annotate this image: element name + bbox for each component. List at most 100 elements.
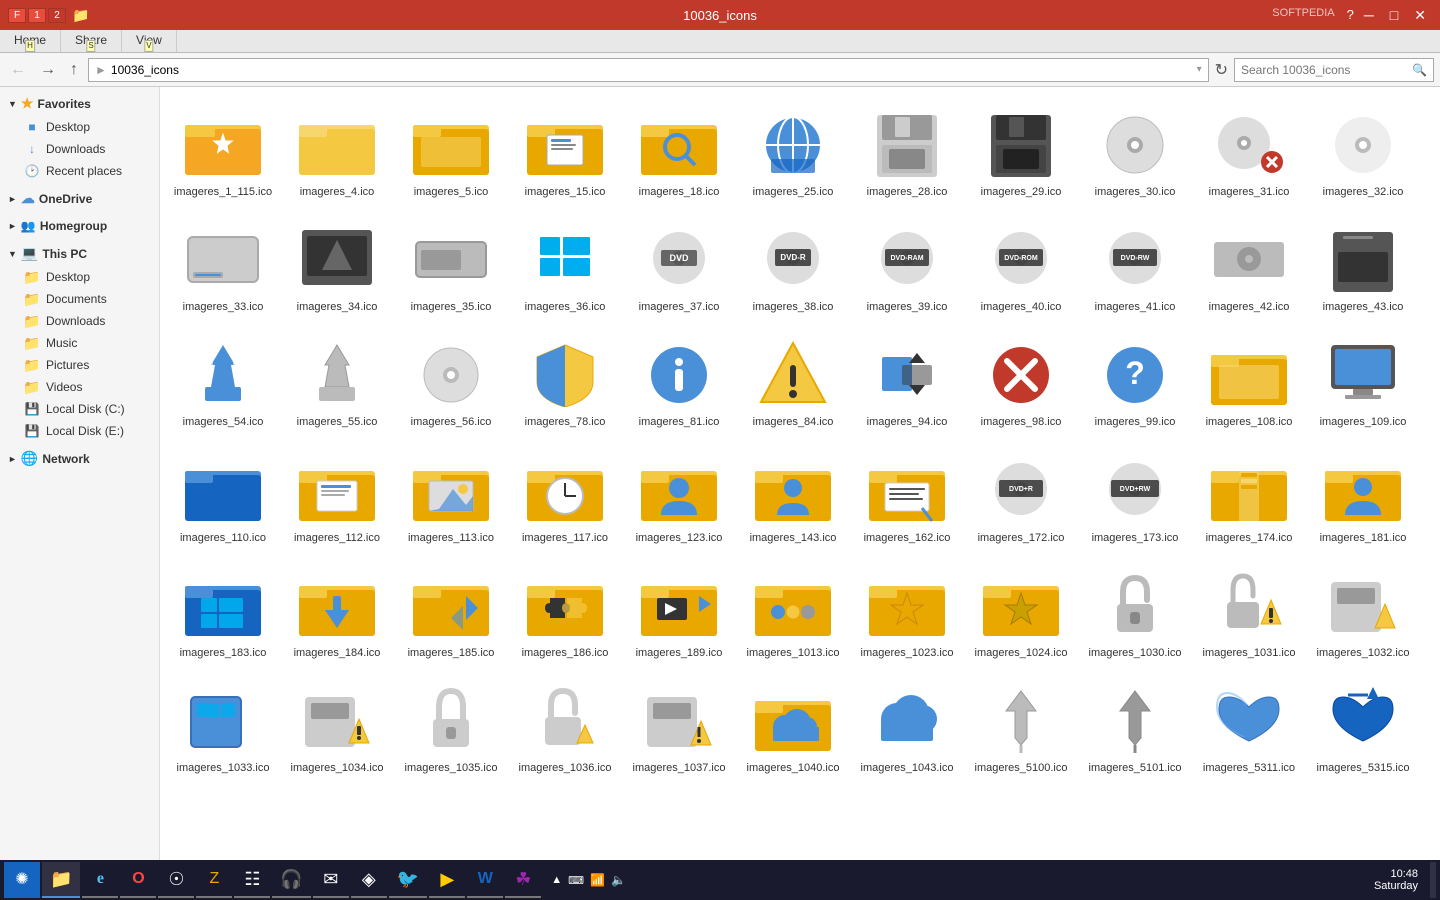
file-item[interactable]: imageres_34.ico (282, 210, 392, 321)
sidebar-onedrive-header[interactable]: ► ☁ OneDrive (0, 186, 159, 211)
file-item[interactable]: imageres_113.ico (396, 441, 506, 552)
file-item[interactable]: DVDimageres_37.ico (624, 210, 734, 321)
sidebar-homegroup-header[interactable]: ► 👥 Homegroup (0, 215, 159, 237)
file-item[interactable]: imageres_189.ico (624, 556, 734, 667)
file-item[interactable]: DVD+Rimageres_172.ico (966, 441, 1076, 552)
tab-1[interactable]: 1 (28, 8, 46, 23)
file-item[interactable]: imageres_109.ico (1308, 325, 1418, 436)
file-item[interactable]: DVD-RWimageres_41.ico (1080, 210, 1190, 321)
file-item[interactable]: imageres_5101.ico (1080, 671, 1190, 782)
file-item[interactable]: imageres_1036.ico (510, 671, 620, 782)
file-item[interactable]: imageres_18.ico (624, 95, 734, 206)
file-item[interactable]: imageres_81.ico (624, 325, 734, 436)
file-item[interactable]: imageres_5311.ico (1194, 671, 1304, 782)
file-item[interactable]: imageres_183.ico (168, 556, 278, 667)
maximize-button[interactable]: □ (1384, 7, 1404, 24)
file-item[interactable]: imageres_123.ico (624, 441, 734, 552)
file-item[interactable]: imageres_1035.ico (396, 671, 506, 782)
file-item[interactable]: imageres_1_115.ico (168, 95, 278, 206)
show-desktop-button[interactable] (1430, 862, 1436, 898)
forward-button[interactable]: → (36, 59, 60, 81)
file-item[interactable]: imageres_186.ico (510, 556, 620, 667)
address-path[interactable]: ► 10036_icons ▾ (88, 58, 1209, 82)
help-icon[interactable]: ? (1347, 7, 1354, 24)
file-item[interactable]: DVD-RAMimageres_39.ico (852, 210, 962, 321)
file-item[interactable]: imageres_1030.ico (1080, 556, 1190, 667)
file-item[interactable]: imageres_56.ico (396, 325, 506, 436)
ribbon-tab-home[interactable]: Home H (0, 30, 61, 52)
file-item[interactable]: imageres_84.ico (738, 325, 848, 436)
tab-2[interactable]: 2 (48, 8, 66, 23)
search-box[interactable]: 🔍 (1234, 58, 1434, 82)
back-button[interactable]: ← (6, 59, 30, 81)
file-item[interactable]: DVD-ROMimageres_40.ico (966, 210, 1076, 321)
file-item[interactable]: imageres_28.ico (852, 95, 962, 206)
file-item[interactable]: imageres_54.ico (168, 325, 278, 436)
taskbar-word[interactable]: W (467, 862, 503, 898)
sidebar-item-downloads-fav[interactable]: ↓ Downloads (0, 138, 159, 160)
taskbar-chrome[interactable]: ☉ (158, 862, 194, 898)
file-item[interactable]: imageres_55.ico (282, 325, 392, 436)
file-item[interactable]: imageres_98.ico (966, 325, 1076, 436)
taskbar-app8[interactable]: ◈ (351, 862, 387, 898)
file-item[interactable]: imageres_42.ico (1194, 210, 1304, 321)
file-item[interactable]: imageres_32.ico (1308, 95, 1418, 206)
file-item[interactable]: imageres_31.ico (1194, 95, 1304, 206)
start-button[interactable]: ✺ (4, 862, 40, 898)
tab-f[interactable]: F (8, 8, 26, 23)
file-item[interactable]: imageres_185.ico (396, 556, 506, 667)
sidebar-item-desktop-fav[interactable]: ■ Desktop (0, 116, 159, 138)
close-button[interactable]: ✕ (1408, 7, 1432, 24)
sidebar-item-pictures[interactable]: 📁 Pictures (0, 354, 159, 376)
systray-arrow[interactable]: ▲ (551, 874, 562, 886)
search-input[interactable] (1241, 63, 1408, 77)
taskbar-ie[interactable]: e (82, 862, 118, 898)
taskbar-file-explorer[interactable]: 📁 (42, 862, 80, 898)
taskbar-clock[interactable]: 10:48 Saturday (1374, 868, 1426, 892)
file-item[interactable]: imageres_117.ico (510, 441, 620, 552)
file-item[interactable]: imageres_1043.ico (852, 671, 962, 782)
taskbar-filezilla[interactable]: Z (196, 862, 232, 898)
file-item[interactable]: imageres_35.ico (396, 210, 506, 321)
file-item[interactable]: imageres_1013.ico (738, 556, 848, 667)
file-item[interactable]: DVD+RWimageres_173.ico (1080, 441, 1190, 552)
file-item[interactable]: imageres_1034.ico (282, 671, 392, 782)
file-item[interactable]: imageres_78.ico (510, 325, 620, 436)
taskbar-headphones[interactable]: 🎧 (272, 862, 310, 898)
file-item[interactable]: ?imageres_99.ico (1080, 325, 1190, 436)
search-icon[interactable]: 🔍 (1412, 63, 1427, 77)
up-button[interactable]: ↑ (66, 59, 82, 81)
sidebar-item-documents[interactable]: 📁 Documents (0, 288, 159, 310)
file-item[interactable]: imageres_4.ico (282, 95, 392, 206)
taskbar-player[interactable]: ▶ (429, 862, 465, 898)
taskbar-app12[interactable]: ☘ (505, 862, 541, 898)
minimize-button[interactable]: ─ (1358, 7, 1380, 24)
file-item[interactable]: imageres_1040.ico (738, 671, 848, 782)
sidebar-network-header[interactable]: ► 🌐 Network (0, 446, 159, 471)
taskbar-app5[interactable]: ☷ (234, 862, 270, 898)
file-item[interactable]: imageres_43.ico (1308, 210, 1418, 321)
refresh-button[interactable]: ↻ (1215, 60, 1228, 80)
file-item[interactable]: imageres_1023.ico (852, 556, 962, 667)
file-item[interactable]: imageres_1024.ico (966, 556, 1076, 667)
file-item[interactable]: imageres_174.ico (1194, 441, 1304, 552)
file-item[interactable]: imageres_1031.ico (1194, 556, 1304, 667)
file-item[interactable]: imageres_25.ico (738, 95, 848, 206)
file-item[interactable]: imageres_1032.ico (1308, 556, 1418, 667)
file-item[interactable]: imageres_162.ico (852, 441, 962, 552)
sidebar-item-recent[interactable]: 🕑 Recent places (0, 160, 159, 182)
file-item[interactable]: imageres_110.ico (168, 441, 278, 552)
systray-network[interactable]: 📶 (590, 873, 605, 887)
sidebar-item-videos[interactable]: 📁 Videos (0, 376, 159, 398)
file-item[interactable]: imageres_108.ico (1194, 325, 1304, 436)
taskbar-twitter[interactable]: 🐦 (389, 862, 427, 898)
file-item[interactable]: imageres_5.ico (396, 95, 506, 206)
sidebar-item-music[interactable]: 📁 Music (0, 332, 159, 354)
file-item[interactable]: imageres_36.ico (510, 210, 620, 321)
path-dropdown[interactable]: ▾ (1197, 64, 1202, 75)
file-item[interactable]: imageres_94.ico (852, 325, 962, 436)
ribbon-tab-view[interactable]: View V (122, 30, 177, 52)
file-item[interactable]: imageres_33.ico (168, 210, 278, 321)
sidebar-thispc-header[interactable]: ▼ 💻 This PC (0, 241, 159, 266)
file-item[interactable]: imageres_30.ico (1080, 95, 1190, 206)
